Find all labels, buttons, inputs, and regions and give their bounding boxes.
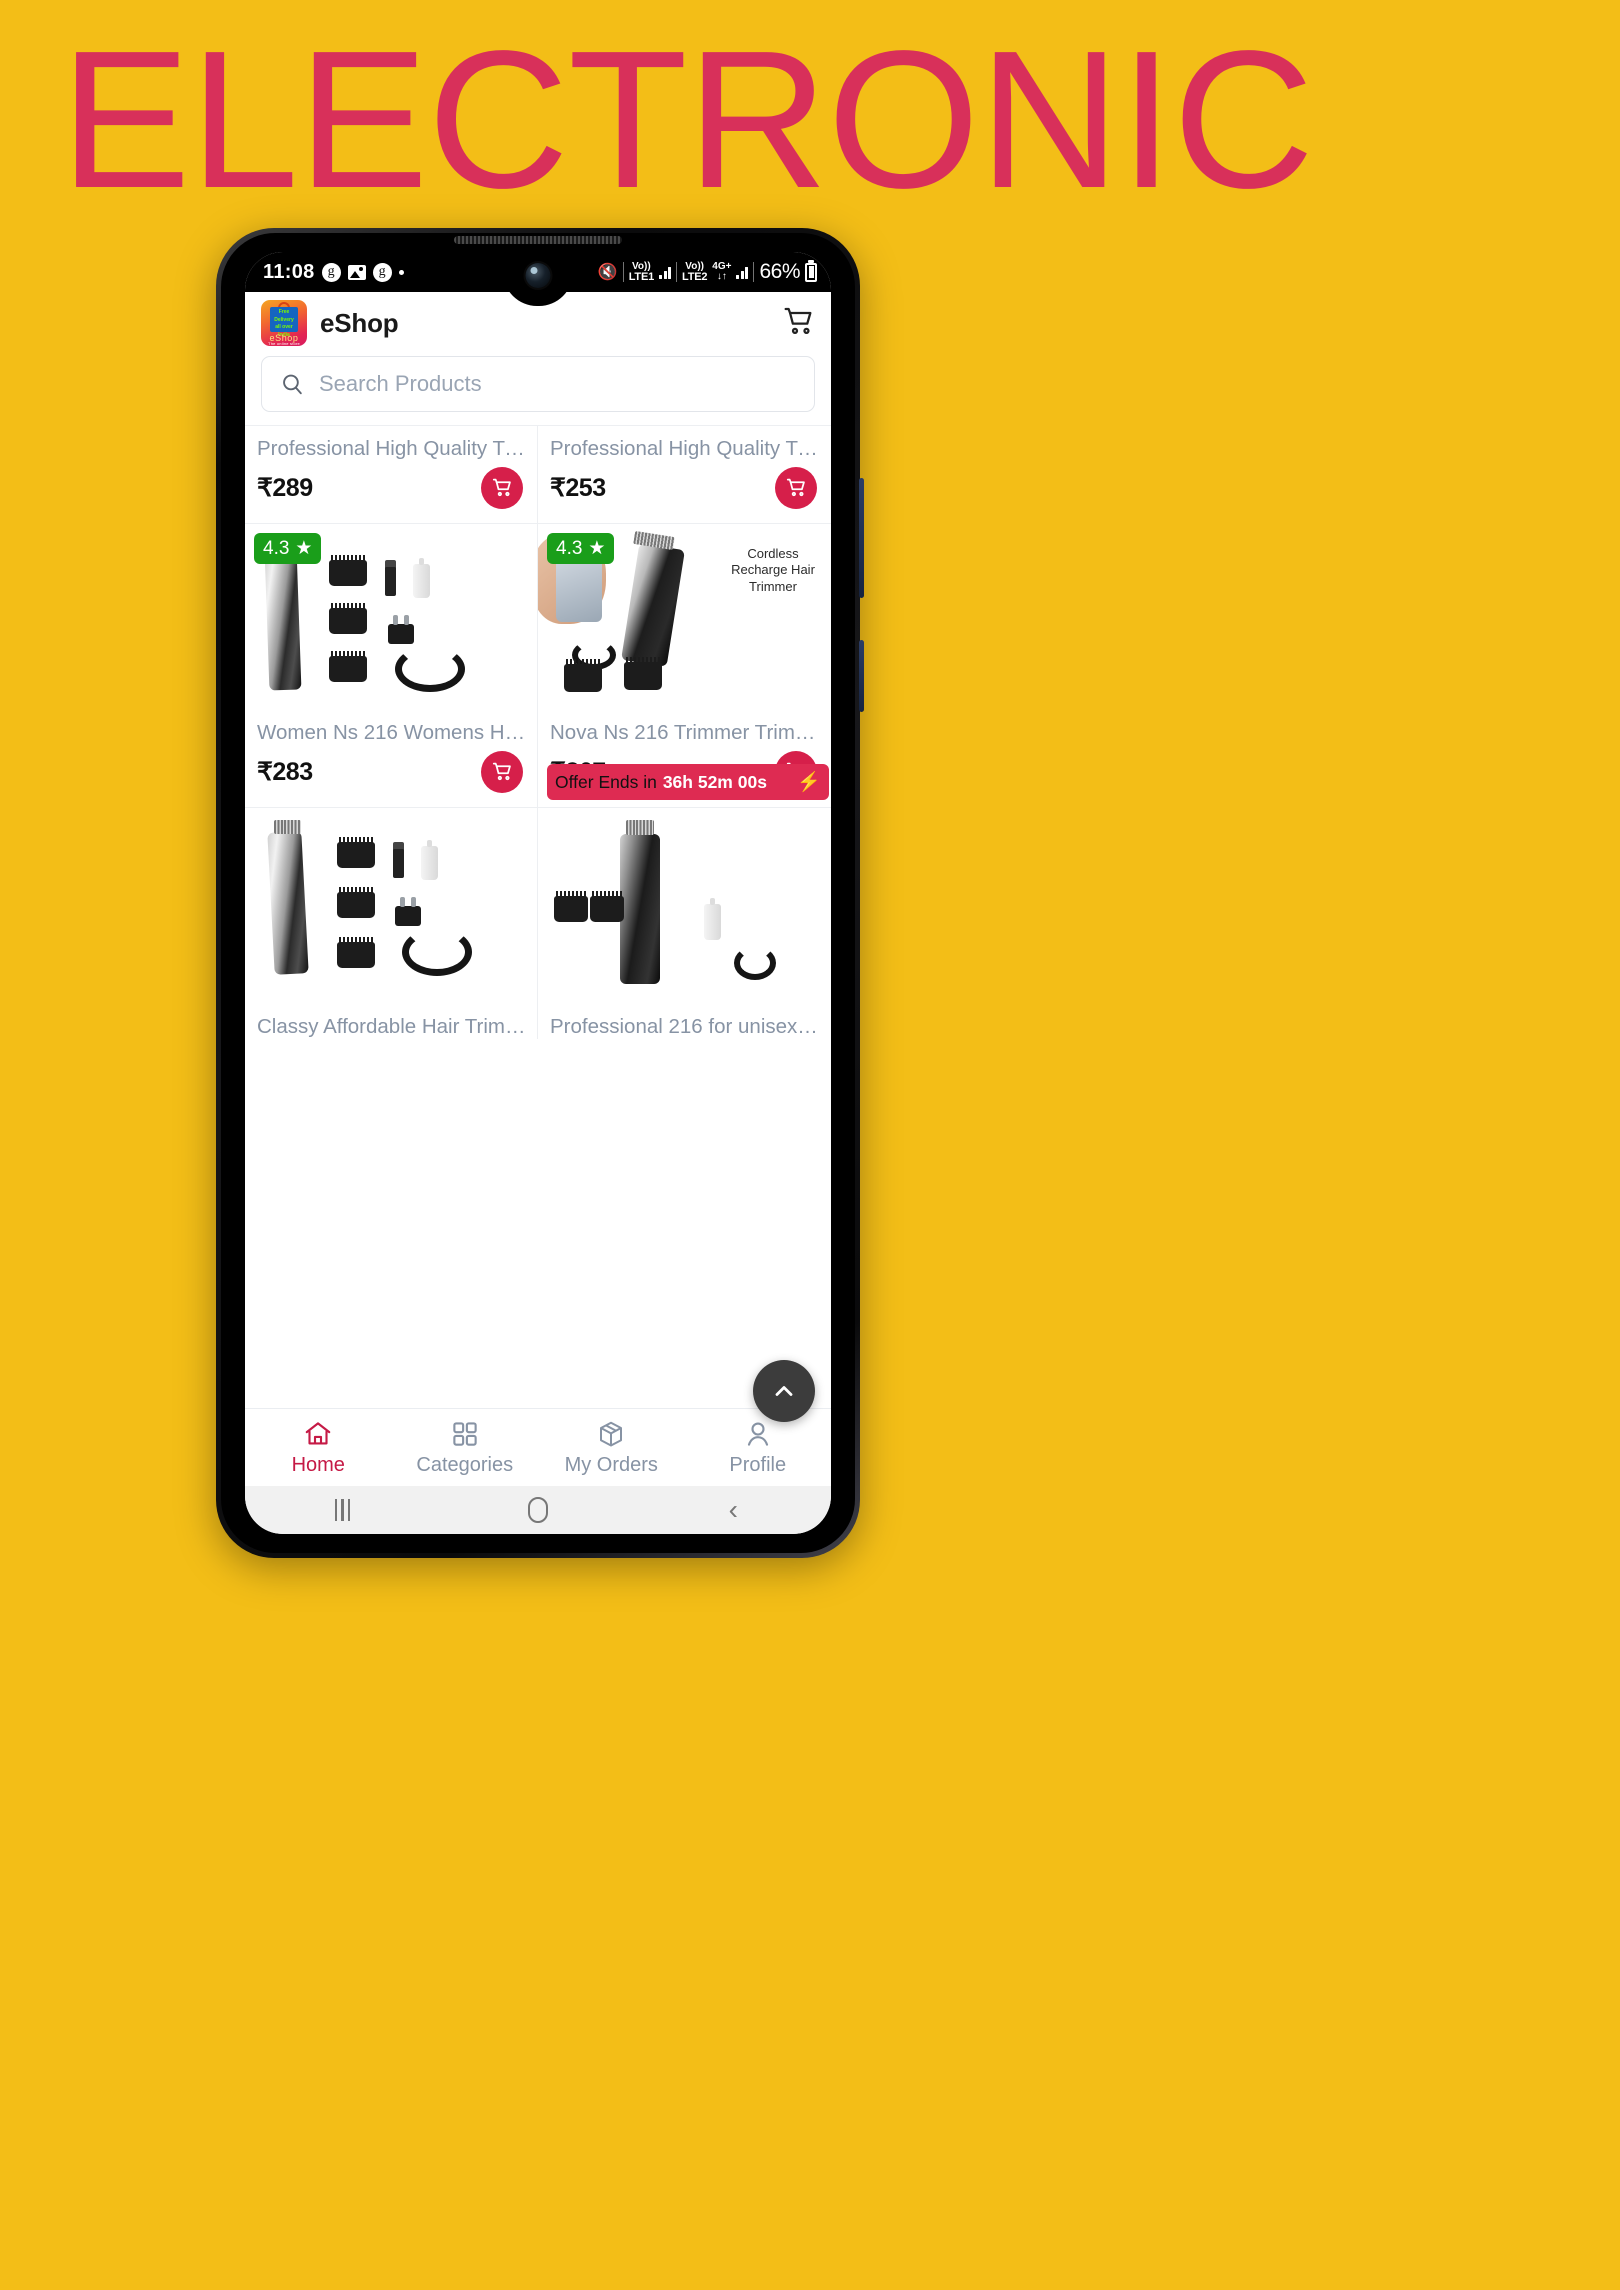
product-image-caption: Cordless Recharge Hair Trimmer: [731, 546, 815, 594]
person-icon: [747, 1421, 768, 1446]
product-grid: Professional High Quality Tri... ₹289 Pr…: [245, 425, 831, 1039]
mute-icon: 🔇: [597, 264, 618, 281]
status-divider-3: [753, 262, 755, 282]
product-card[interactable]: Classy Affordable Hair Trimm...: [245, 807, 538, 1039]
product-image: [538, 808, 831, 1004]
rating-badge: 4.3 ★: [547, 533, 615, 564]
sim2-volte-icon: Vo)) LTE2: [682, 260, 708, 283]
product-price: ₹283: [257, 757, 313, 786]
nav-label-categories: Categories: [416, 1453, 514, 1476]
status-divider-2: [676, 262, 677, 282]
scroll-to-top-button[interactable]: [753, 1360, 815, 1422]
trimmer-illustration-3: [245, 808, 537, 1004]
power-button[interactable]: [859, 640, 864, 712]
product-title: Professional 216 for unisex (...: [550, 1015, 827, 1038]
nav-item-home[interactable]: Home: [245, 1419, 392, 1477]
image-icon: [347, 264, 366, 280]
sim1-signal-icon: [659, 265, 671, 279]
add-to-cart-button[interactable]: [775, 466, 817, 509]
product-row: 4.3 ★ Women Ns 216 Womens Hair ... ₹283: [245, 523, 831, 807]
product-title: Nova Ns 216 Trimmer Trimme...: [550, 721, 831, 744]
sim2-signal-icon: [736, 265, 749, 279]
app-title: eShop: [320, 307, 399, 338]
battery-icon: [805, 262, 817, 282]
product-card[interactable]: Professional High Quality Tri... ₹253: [538, 425, 831, 523]
shopping-cart-icon[interactable]: [782, 305, 816, 342]
add-to-cart-button[interactable]: [481, 466, 523, 509]
logo-tagline: The online store: [268, 341, 300, 346]
home-icon: [305, 1421, 331, 1444]
nav-item-profile[interactable]: Profile: [685, 1419, 832, 1477]
nav-item-categories[interactable]: Categories: [392, 1419, 539, 1477]
volume-button[interactable]: [859, 478, 864, 598]
phone-screen: 11:08 g g 🔇 Vo)) LTE1 Vo)) LTE2 4G+ ↓↑ 6…: [245, 252, 831, 1534]
page-title: ELECTRONIC: [60, 10, 1314, 229]
package-icon: [600, 1421, 623, 1446]
product-footer: ₹289: [245, 461, 537, 523]
product-title: Professional High Quality Tri...: [257, 437, 533, 460]
offer-prefix: Offer Ends in: [555, 771, 657, 792]
product-card[interactable]: Professional High Quality Tri... ₹289: [245, 425, 538, 523]
home-circle-icon: [527, 1497, 548, 1523]
chevron-up-icon: [775, 1386, 793, 1396]
star-icon: ★: [588, 538, 606, 559]
front-camera-icon: [525, 263, 551, 288]
product-price: ₹289: [257, 473, 313, 502]
offer-countdown-banner: Offer Ends in 36h 52m 00s ⚡: [547, 764, 829, 800]
product-price: ₹253: [550, 473, 606, 502]
search-placeholder: Search Products: [319, 371, 482, 396]
offer-timer: 36h 52m 00s: [662, 771, 767, 792]
g-badge-icon: g: [321, 262, 341, 282]
status-bar-right: 🔇 Vo)) LTE1 Vo)) LTE2 4G+ ↓↑ 66%: [598, 260, 817, 284]
lightning-bolt-icon: ⚡: [797, 772, 821, 793]
status-bar: 11:08 g g 🔇 Vo)) LTE1 Vo)) LTE2 4G+ ↓↑ 6…: [245, 252, 831, 306]
search-section: Search Products: [245, 354, 831, 425]
product-title: Women Ns 216 Womens Hair ...: [257, 721, 537, 744]
recents-icon: [334, 1499, 351, 1521]
trimmer-illustration-4: [538, 808, 831, 1004]
eshop-logo: Free Delivery all over India eShop The o…: [261, 300, 307, 346]
product-title: Professional High Quality Tri...: [550, 437, 826, 460]
sim1-volte-icon: Vo)) LTE1: [628, 260, 654, 283]
product-card[interactable]: Cordless Recharge Hair Trimmer 4.3 ★ Off…: [538, 523, 831, 807]
search-icon: [283, 374, 302, 394]
status-divider: [622, 262, 624, 282]
nav-item-my-orders[interactable]: My Orders: [538, 1419, 685, 1477]
rating-badge: 4.3 ★: [254, 533, 322, 564]
product-card[interactable]: 4.3 ★ Women Ns 216 Womens Hair ... ₹283: [245, 523, 538, 807]
product-row: Professional High Quality Tri... ₹289 Pr…: [245, 425, 831, 523]
g-badge-icon-2: g: [372, 262, 392, 282]
star-icon: ★: [295, 538, 313, 559]
product-card[interactable]: Professional 216 for unisex (...: [538, 807, 831, 1039]
earpiece-speaker: [454, 236, 622, 244]
search-input[interactable]: Search Products: [261, 356, 815, 412]
network-type-icon: 4G+ ↓↑: [712, 261, 732, 282]
dot-icon: [398, 269, 404, 275]
battery-percent: 66%: [759, 260, 800, 283]
phone-device: 11:08 g g 🔇 Vo)) LTE1 Vo)) LTE2 4G+ ↓↑ 6…: [216, 228, 864, 1558]
nav-label-profile: Profile: [729, 1453, 787, 1476]
nav-label-home: Home: [291, 1453, 345, 1476]
android-navigation-bar: ‹: [245, 1486, 831, 1534]
nav-label-my-orders: My Orders: [564, 1453, 658, 1476]
rating-value: 4.3: [263, 537, 290, 559]
bottom-navigation: Home Categories My Orders Profile: [245, 1408, 831, 1486]
status-time: 11:08: [263, 260, 315, 283]
back-chevron-icon: ‹: [728, 1494, 738, 1525]
add-to-cart-button[interactable]: [481, 750, 523, 793]
grid-icon: [453, 1421, 477, 1446]
android-recents-button[interactable]: [245, 1499, 440, 1521]
product-footer: ₹253: [538, 461, 831, 523]
status-bar-left: 11:08 g g: [263, 261, 404, 284]
product-image: [245, 808, 537, 1004]
android-home-button[interactable]: [440, 1497, 635, 1523]
product-title: Classy Affordable Hair Trimm...: [257, 1015, 537, 1038]
product-footer: ₹283: [245, 745, 537, 807]
product-row: Classy Affordable Hair Trimm... Professi…: [245, 807, 831, 1039]
android-back-button[interactable]: ‹: [636, 1496, 831, 1524]
rating-value: 4.3: [556, 537, 583, 559]
